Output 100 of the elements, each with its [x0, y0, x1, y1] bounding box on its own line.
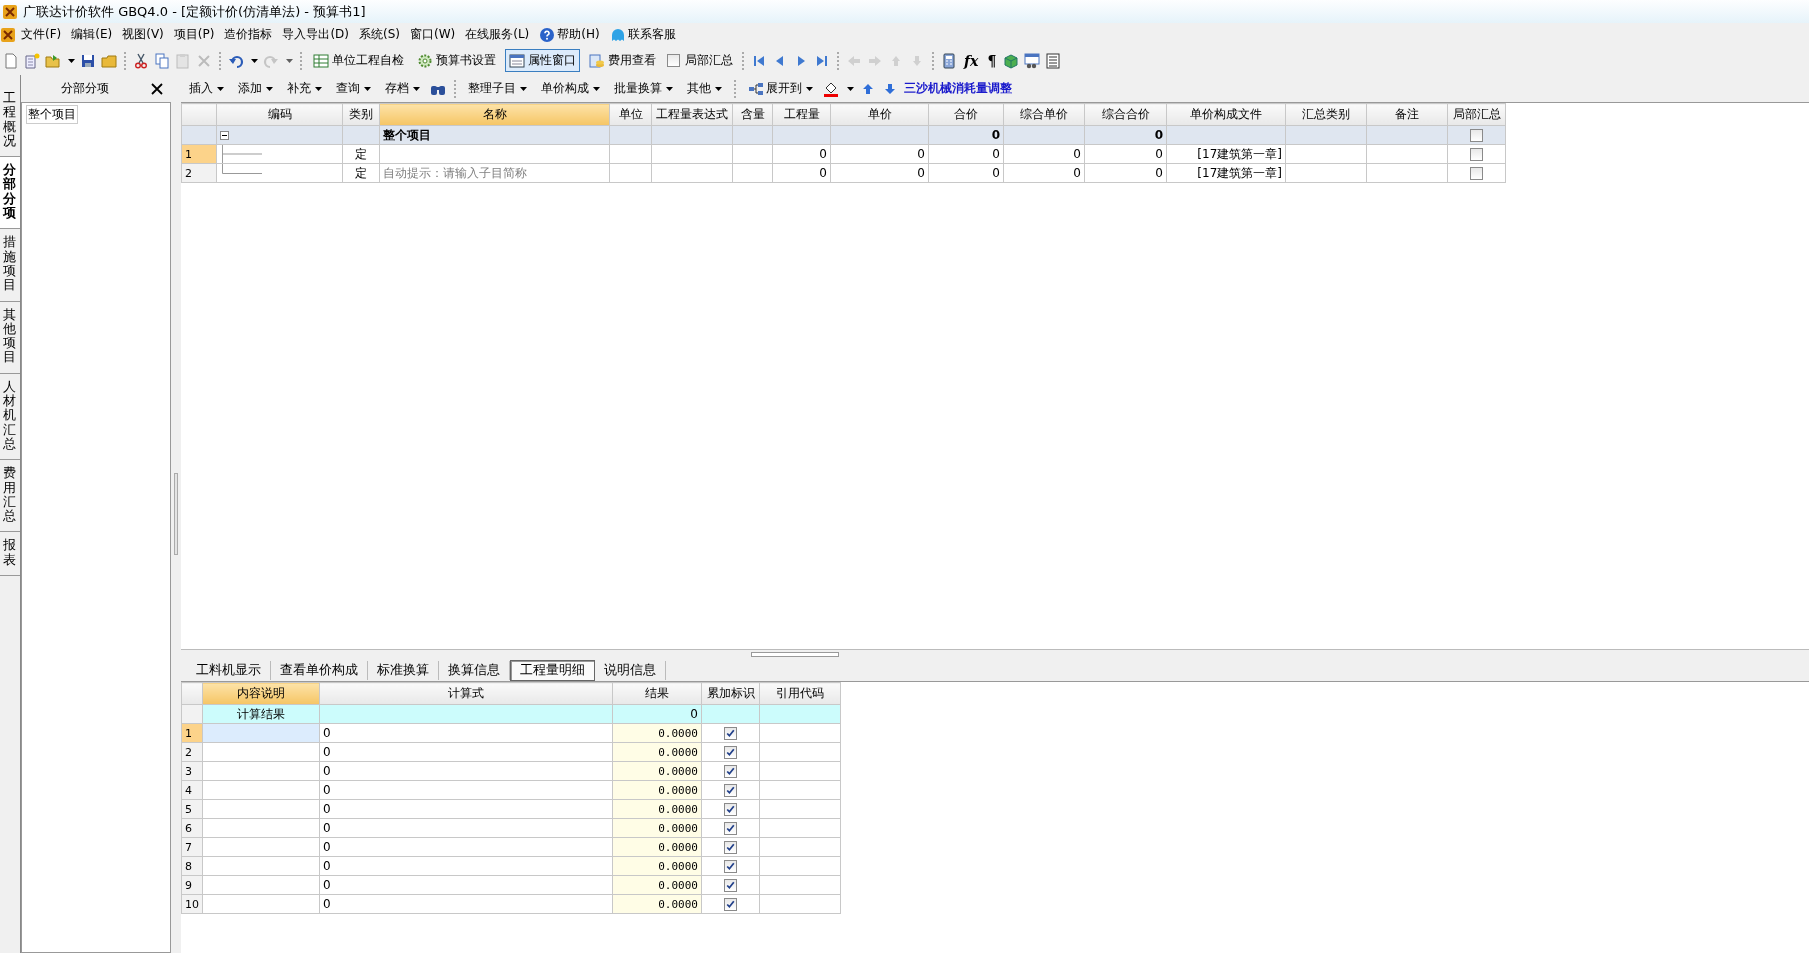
menu-item[interactable]: 造价指标: [219, 23, 278, 46]
tab[interactable]: 工料机显示: [187, 660, 271, 680]
menu-item[interactable]: 导入导出(D): [277, 23, 354, 46]
checkbox[interactable]: [724, 746, 737, 759]
checkbox[interactable]: [724, 765, 737, 778]
toolbar-button[interactable]: 费用查看: [585, 49, 660, 72]
column-header[interactable]: 名称: [379, 103, 610, 126]
dropdown-button[interactable]: 添加: [234, 80, 277, 97]
dropdown-button[interactable]: 其他: [683, 80, 726, 97]
cut-icon[interactable]: [133, 52, 149, 69]
side-tab[interactable]: 人材机汇总: [0, 373, 20, 461]
paint-bucket-icon[interactable]: [823, 80, 839, 97]
list-icon[interactable]: [1045, 52, 1062, 69]
checkbox[interactable]: [724, 860, 737, 873]
menu-item[interactable]: 联系客服: [604, 23, 681, 46]
checkbox[interactable]: [667, 54, 680, 67]
column-header[interactable]: 累加标识: [701, 682, 760, 705]
tab[interactable]: 查看单价构成: [271, 660, 368, 680]
close-icon[interactable]: [151, 82, 163, 95]
table-cell[interactable]: [202, 894, 320, 914]
checkbox[interactable]: [724, 841, 737, 854]
menu-item[interactable]: 帮助(H): [534, 23, 605, 46]
menu-item[interactable]: 文件(F): [16, 23, 67, 46]
column-header[interactable]: 类别: [342, 103, 380, 126]
checkbox[interactable]: [724, 822, 737, 835]
checkbox[interactable]: [724, 784, 737, 797]
table-cell[interactable]: [202, 761, 320, 781]
column-header[interactable]: 内容说明: [202, 682, 320, 705]
tree-item[interactable]: 整个项目: [26, 105, 78, 124]
column-header[interactable]: 综合合价: [1084, 103, 1167, 126]
tab[interactable]: 标准换算: [368, 660, 439, 680]
formula-button[interactable]: fx: [962, 52, 981, 69]
side-tab[interactable]: 费用汇总: [0, 460, 20, 533]
checkbox[interactable]: [724, 803, 737, 816]
dropdown-button[interactable]: 存档: [381, 80, 424, 97]
table-cell[interactable]: [202, 742, 320, 762]
checkbox[interactable]: [1470, 167, 1483, 180]
column-header[interactable]: 计算式: [319, 682, 613, 705]
splitter-handle[interactable]: [751, 652, 839, 657]
column-header[interactable]: 含量: [732, 103, 773, 126]
new-document-icon[interactable]: [3, 52, 19, 69]
dropdown-button[interactable]: 单价构成: [537, 80, 604, 97]
column-header[interactable]: 引用代码: [759, 682, 841, 705]
calculator-icon[interactable]: [941, 52, 957, 69]
new-file-icon[interactable]: [24, 52, 40, 69]
dropdown-button[interactable]: 插入: [185, 80, 228, 97]
tab[interactable]: 说明信息: [595, 660, 666, 680]
toolbar-button[interactable]: 属性窗口: [505, 49, 580, 72]
checkbox[interactable]: [1470, 129, 1483, 142]
column-header[interactable]: 编码: [216, 103, 343, 126]
checkbox[interactable]: [1470, 148, 1483, 161]
folder-icon[interactable]: [101, 52, 117, 69]
dropdown-button[interactable]: 整理子目: [464, 80, 531, 97]
column-header[interactable]: 局部汇总: [1447, 103, 1506, 126]
cube-icon[interactable]: [1003, 52, 1020, 69]
menu-item[interactable]: 窗口(W): [405, 23, 461, 46]
dropdown-button[interactable]: 补充: [283, 80, 326, 97]
table-cell[interactable]: [202, 818, 320, 838]
tab[interactable]: 工程量明细: [510, 659, 595, 681]
caret-icon[interactable]: [847, 86, 854, 91]
paragraph-button[interactable]: ¶: [985, 52, 999, 69]
checkbox[interactable]: [724, 879, 737, 892]
column-header[interactable]: 单价构成文件: [1166, 103, 1286, 126]
column-header[interactable]: 综合单价: [1003, 103, 1085, 126]
column-header[interactable]: 备注: [1366, 103, 1448, 126]
dropdown-button[interactable]: 查询: [332, 80, 375, 97]
save-icon[interactable]: [80, 52, 96, 69]
column-header[interactable]: 工程量表达式: [651, 103, 733, 126]
checkbox[interactable]: [724, 898, 737, 911]
collapse-icon[interactable]: [220, 131, 229, 140]
column-header[interactable]: 单价: [830, 103, 929, 126]
table-cell[interactable]: [202, 875, 320, 895]
toolbar-button[interactable]: 单位工程自检: [309, 49, 408, 72]
column-header[interactable]: 单位: [609, 103, 652, 126]
column-header[interactable]: 汇总类别: [1285, 103, 1367, 126]
column-header[interactable]: 结果: [612, 682, 702, 705]
checkbox[interactable]: [724, 727, 737, 740]
open-folder-icon[interactable]: [45, 52, 61, 69]
menu-item[interactable]: 编辑(E): [66, 23, 118, 46]
table-cell[interactable]: [202, 837, 320, 857]
app-icon[interactable]: [0, 26, 16, 43]
side-tab[interactable]: 其他项目: [0, 301, 20, 374]
toolbar-button[interactable]: 预算书设置: [413, 49, 500, 72]
adjust-link[interactable]: 三沙机械消耗量调整: [904, 80, 1012, 97]
caret-icon[interactable]: [68, 58, 75, 63]
menu-item[interactable]: 在线服务(L): [460, 23, 535, 46]
report-icon[interactable]: [1024, 52, 1041, 69]
copy-icon[interactable]: [154, 52, 170, 69]
side-tab[interactable]: 报表: [0, 532, 20, 576]
menu-item[interactable]: 项目(P): [168, 23, 220, 46]
expand-button[interactable]: 展开到: [744, 80, 817, 97]
side-tab[interactable]: 分部分项: [0, 157, 20, 230]
table-cell[interactable]: [202, 856, 320, 876]
menu-item[interactable]: 系统(S): [354, 23, 405, 46]
column-header[interactable]: 工程量: [772, 103, 831, 126]
table-cell[interactable]: [202, 780, 320, 800]
menu-item[interactable]: 视图(V): [117, 23, 169, 46]
splitter-handle[interactable]: [174, 473, 178, 555]
caret-icon[interactable]: [251, 58, 258, 63]
dropdown-button[interactable]: 批量换算: [610, 80, 677, 97]
